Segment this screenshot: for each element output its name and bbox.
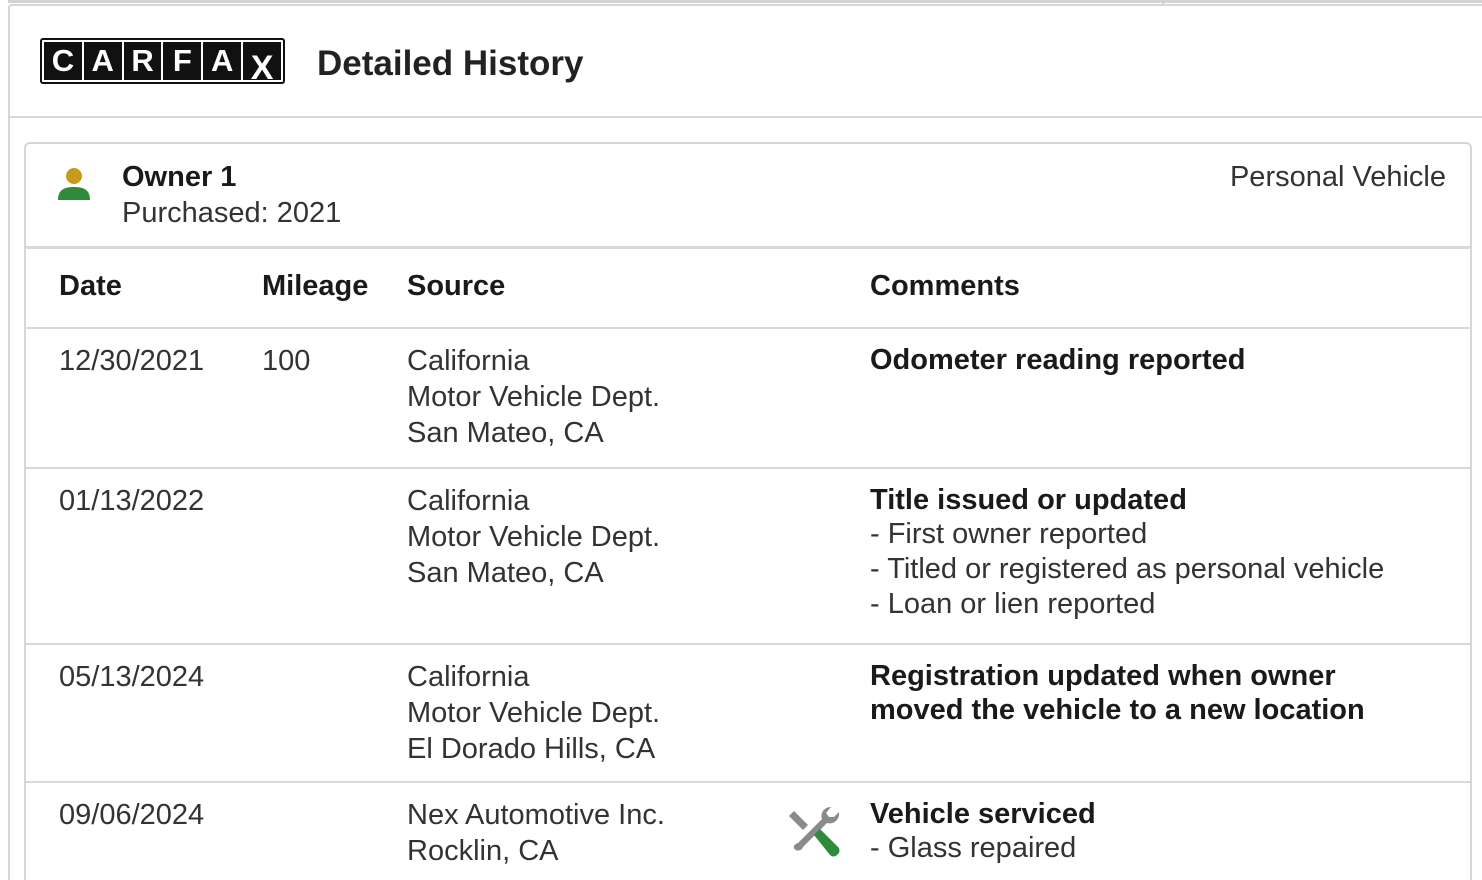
comment-item: - Titled or registered as personal vehic…	[870, 553, 1385, 585]
owner-header: Owner 1 Purchased: 2021 Personal Vehicle	[26, 144, 1470, 248]
person-icon	[58, 168, 90, 200]
source-line: California	[407, 661, 530, 693]
source-line: California	[407, 345, 530, 377]
source-line: Motor Vehicle Dept.	[407, 381, 661, 413]
row-comments: Odometer reading reported	[870, 343, 1245, 377]
row-date: 05/13/2024	[59, 661, 205, 693]
page: C A R F A X Detailed History Owner 1 Pur…	[0, 0, 1482, 880]
logo-letter: A	[203, 42, 242, 80]
owner-label: Owner 1	[122, 161, 237, 193]
source-line: Nex Automotive Inc.	[407, 799, 665, 831]
row-source: California Motor Vehicle Dept. San Mateo…	[407, 483, 660, 591]
top-divider	[8, 0, 1482, 3]
row-source: California Motor Vehicle Dept. San Mateo…	[407, 343, 660, 451]
row-source: Nex Automotive Inc. Rocklin, CA	[407, 797, 665, 869]
row-comments: Vehicle serviced - Glass repaired	[870, 797, 1096, 866]
source-line: El Dorado Hills, CA	[407, 733, 656, 765]
comment-title: Registration updated when owner	[870, 660, 1336, 692]
table-row: 01/13/2022 California Motor Vehicle Dept…	[26, 469, 1470, 645]
comment-item: - Glass repaired	[870, 832, 1077, 864]
report-header: C A R F A X Detailed History	[10, 6, 1482, 116]
row-date: 09/06/2024	[59, 799, 205, 831]
carfax-logo: C A R F A X	[40, 38, 285, 87]
source-line: Motor Vehicle Dept.	[407, 697, 661, 729]
source-line: San Mateo, CA	[407, 417, 604, 449]
row-source: California Motor Vehicle Dept. El Dorado…	[407, 659, 660, 767]
source-line: Motor Vehicle Dept.	[407, 521, 661, 553]
comment-title: Title issued or updated	[870, 484, 1187, 516]
header-divider	[10, 116, 1482, 118]
wrench-screwdriver-icon	[789, 807, 840, 857]
owner-purchased-date: Purchased: 2021	[122, 197, 342, 229]
row-comments: Registration updated when owner moved th…	[870, 659, 1365, 727]
comment-item: - First owner reported	[870, 518, 1148, 550]
table-row: 09/06/2024 Nex Automotive Inc. Rocklin, …	[26, 783, 1470, 880]
page-title: Detailed History	[317, 44, 584, 83]
table-row: 05/13/2024 California Motor Vehicle Dept…	[26, 645, 1470, 783]
column-header-date: Date	[59, 270, 122, 302]
logo-letter: A	[83, 42, 122, 80]
column-header-source: Source	[407, 270, 506, 302]
comment-title: Vehicle serviced	[870, 798, 1096, 830]
source-line: California	[407, 485, 530, 517]
row-date: 01/13/2022	[59, 485, 205, 517]
source-line: San Mateo, CA	[407, 557, 604, 589]
logo-letter: C	[44, 42, 82, 80]
column-header-comments: Comments	[870, 270, 1020, 302]
history-table-header: Date Mileage Source Comments	[26, 249, 1470, 329]
owner-history-card: Owner 1 Purchased: 2021 Personal Vehicle…	[24, 142, 1472, 880]
logo-letter: F	[163, 42, 202, 80]
comment-title: Odometer reading reported	[870, 344, 1246, 376]
logo-letter: X	[243, 42, 281, 87]
row-comments: Title issued or updated - First owner re…	[870, 483, 1384, 622]
table-row: 12/30/2021 100 California Motor Vehicle …	[26, 329, 1470, 469]
row-date: 12/30/2021	[59, 345, 205, 377]
column-header-mileage: Mileage	[262, 270, 369, 302]
row-mileage: 100	[262, 345, 311, 377]
source-line: Rocklin, CA	[407, 835, 559, 867]
vehicle-use-type: Personal Vehicle	[1229, 161, 1446, 193]
comment-title: moved the vehicle to a new location	[870, 694, 1365, 726]
logo-letter: R	[123, 42, 162, 80]
comment-item: - Loan or lien reported	[870, 588, 1156, 620]
